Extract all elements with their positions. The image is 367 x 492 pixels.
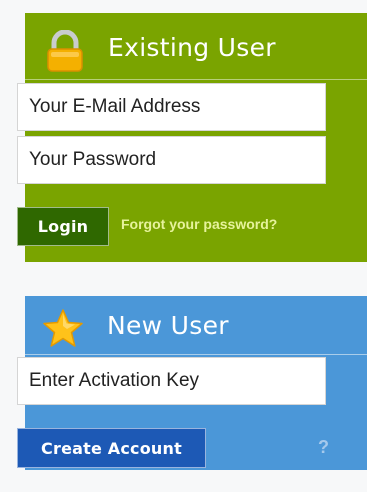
new-user-header: New User [25,296,367,355]
star-icon [43,309,83,347]
new-user-title: New User [107,311,229,340]
email-field[interactable] [17,83,326,131]
lock-icon [47,30,83,72]
forgot-password-link[interactable]: Forgot your password? [121,216,277,232]
login-button[interactable]: Login [17,207,109,246]
activation-key-field[interactable] [17,357,326,405]
existing-user-title: Existing User [108,33,276,62]
password-field[interactable] [17,136,326,184]
existing-user-header: Existing User [25,13,367,80]
help-icon[interactable]: ? [318,437,329,458]
create-account-button[interactable]: Create Account [17,428,206,468]
